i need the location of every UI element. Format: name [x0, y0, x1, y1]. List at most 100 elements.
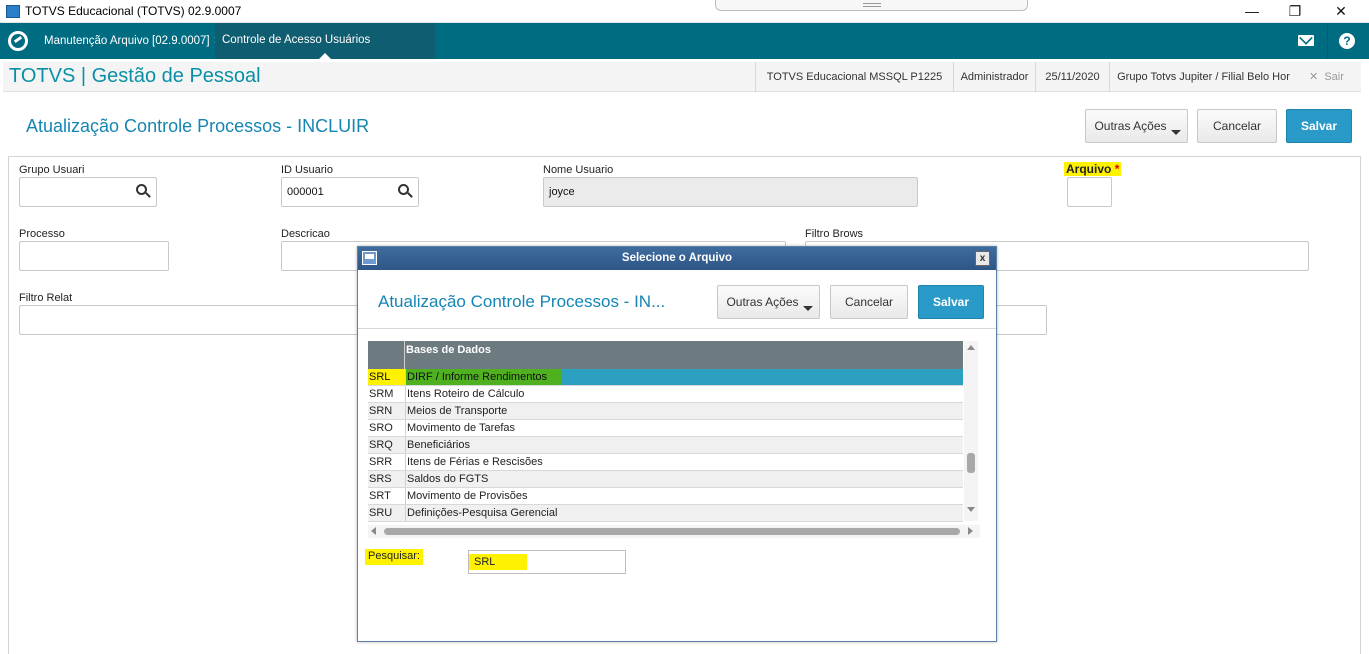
- dialog-page-title: Atualização Controle Processos - IN...: [378, 292, 666, 311]
- help-icon[interactable]: ?: [1339, 33, 1355, 49]
- grid-header-code-column[interactable]: [368, 341, 405, 369]
- minimize-button[interactable]: —: [1229, 0, 1275, 22]
- save-button[interactable]: Salvar: [1286, 109, 1352, 143]
- dialog-save-button[interactable]: Salvar: [918, 285, 984, 319]
- app-header: TOTVS | Gestão de Pessoal TOTVS Educacio…: [3, 62, 1361, 92]
- page-title: Atualização Controle Processos - INCLUIR: [26, 116, 370, 136]
- row-name: Movimento de Tarefas: [407, 422, 516, 434]
- grid-header: Bases de Dados: [368, 341, 963, 369]
- window-titlebar: TOTVS Educacional (TOTVS) 02.9.0007 — ❐ …: [0, 0, 1369, 23]
- tab-label: Manutenção Arquivo [02.9.0007]: [44, 35, 210, 47]
- id-usuario-label: ID Usuario: [281, 164, 333, 176]
- search-input-value: SRL: [469, 554, 527, 570]
- tabbar-divider: [1327, 23, 1328, 59]
- row-name: Meios de Transporte: [407, 405, 508, 417]
- row-name: Itens de Férias e Rescisões: [407, 456, 543, 468]
- restore-button[interactable]: ❐: [1272, 0, 1318, 22]
- row-name: Definições-Pesquisa Gerencial: [407, 507, 558, 519]
- chevron-down-icon: [1171, 130, 1181, 135]
- table-row[interactable]: SRM Itens Roteiro de Cálculo: [368, 386, 963, 403]
- window-icon: [362, 251, 377, 265]
- dialog-cancel-button[interactable]: Cancelar: [830, 285, 908, 319]
- search-icon[interactable]: [398, 184, 409, 195]
- vertical-scrollbar[interactable]: [964, 341, 978, 521]
- row-code: SRN: [368, 403, 406, 419]
- cancel-button[interactable]: Cancelar: [1197, 109, 1277, 143]
- horizontal-scrollbar[interactable]: [368, 525, 980, 538]
- company-info: Grupo Totvs Jupiter / Filial Belo Hor: [1109, 62, 1297, 92]
- row-code: SRL: [368, 369, 406, 385]
- grupo-usuari-label: Grupo Usuari: [19, 164, 85, 176]
- scroll-thumb[interactable]: [967, 453, 975, 473]
- close-icon: ✕: [1309, 71, 1319, 83]
- row-code: SRO: [368, 420, 406, 436]
- table-row[interactable]: SRQ Beneficiários: [368, 437, 963, 454]
- row-name: Movimento de Provisões: [407, 490, 528, 502]
- arquivo-label-text: Arquivo: [1066, 162, 1112, 176]
- more-actions-label: Outras Ações: [1094, 119, 1167, 133]
- row-name: Itens Roteiro de Cálculo: [407, 388, 525, 400]
- grip-lines-icon: [863, 3, 881, 7]
- descricao-label: Descricao: [281, 228, 330, 240]
- app-brand: TOTVS | Gestão de Pessoal: [9, 65, 261, 87]
- table-row[interactable]: SRU Definições-Pesquisa Gerencial: [368, 505, 963, 522]
- dialog-titlebar: Selecione o Arquivo: [358, 247, 996, 270]
- window-title: TOTVS Educacional (TOTVS) 02.9.0007: [25, 4, 242, 18]
- nome-usuario-label: Nome Usuario: [543, 164, 614, 176]
- select-file-dialog: Selecione o Arquivo x Atualização Contro…: [357, 246, 997, 642]
- scroll-up-icon[interactable]: [967, 345, 975, 350]
- table-row[interactable]: SRN Meios de Transporte: [368, 403, 963, 420]
- arquivo-label: Arquivo *: [1064, 162, 1122, 176]
- dialog-more-actions-button[interactable]: Outras Ações: [717, 285, 820, 319]
- nome-usuario-field: joyce: [543, 177, 918, 207]
- row-code: SRQ: [368, 437, 406, 453]
- date-info: 25/11/2020: [1035, 62, 1109, 92]
- grid-rows: SRL DIRF / Informe Rendimentos SRM Itens R…: [368, 369, 963, 522]
- user-info: Administrador: [953, 62, 1035, 92]
- row-name: Beneficiários: [407, 439, 470, 451]
- window-grip-handle[interactable]: [715, 0, 1028, 11]
- close-window-button[interactable]: ✕: [1318, 0, 1364, 22]
- dialog-divider: [358, 328, 996, 329]
- row-code: SRR: [368, 454, 406, 470]
- scroll-down-icon[interactable]: [967, 507, 975, 512]
- tab-bar: Manutenção Arquivo [02.9.0007]× Controle…: [0, 23, 1369, 81]
- tab-controle-acesso-usuarios[interactable]: Controle de Acesso Usuários [02.9.0007]×: [215, 23, 435, 81]
- search-label: Pesquisar:: [365, 549, 423, 565]
- processo-field[interactable]: [19, 241, 169, 271]
- exit-button[interactable]: ✕ Sair: [1309, 62, 1344, 92]
- database-grid: Bases de Dados SRL DIRF / Informe Rendime…: [368, 341, 980, 538]
- filtro-relat-label: Filtro Relat: [19, 292, 73, 304]
- processo-label: Processo: [19, 228, 65, 240]
- chevron-down-icon: [803, 306, 813, 311]
- more-actions-button[interactable]: Outras Ações: [1085, 109, 1188, 143]
- arquivo-field[interactable]: [1067, 177, 1112, 207]
- row-name: Saldos do FGTS: [407, 473, 489, 485]
- scroll-right-icon[interactable]: [968, 527, 973, 535]
- row-code: SRT: [368, 488, 406, 504]
- row-code: SRM: [368, 386, 406, 402]
- tab-manutencao-arquivo[interactable]: Manutenção Arquivo [02.9.0007]×: [37, 23, 221, 59]
- exit-label: Sair: [1324, 71, 1344, 83]
- totvs-home-icon[interactable]: [8, 31, 28, 51]
- scroll-thumb[interactable]: [384, 528, 960, 535]
- table-row[interactable]: SRT Movimento de Provisões: [368, 488, 963, 505]
- search-icon[interactable]: [136, 184, 147, 195]
- mail-icon[interactable]: [1298, 35, 1314, 46]
- grid-header-label[interactable]: Bases de Dados: [406, 344, 491, 356]
- environment-info: TOTVS Educacional MSSQL P1225: [755, 62, 953, 92]
- search-input[interactable]: SRL: [468, 550, 626, 574]
- filtro-brows-label: Filtro Brows: [805, 228, 864, 240]
- table-row[interactable]: SRS Saldos do FGTS: [368, 471, 963, 488]
- row-code: SRU: [368, 505, 406, 521]
- dialog-more-actions-label: Outras Ações: [726, 295, 799, 309]
- dialog-close-button[interactable]: x: [975, 251, 990, 266]
- required-marker: *: [1114, 162, 1120, 176]
- table-row[interactable]: SRO Movimento de Tarefas: [368, 420, 963, 437]
- row-code: SRS: [368, 471, 406, 487]
- app-icon: [6, 5, 20, 18]
- table-row[interactable]: SRR Itens de Férias e Rescisões: [368, 454, 963, 471]
- row-name: DIRF / Informe Rendimentos: [406, 369, 561, 385]
- table-row[interactable]: SRL DIRF / Informe Rendimentos: [368, 369, 963, 386]
- scroll-left-icon[interactable]: [371, 527, 376, 535]
